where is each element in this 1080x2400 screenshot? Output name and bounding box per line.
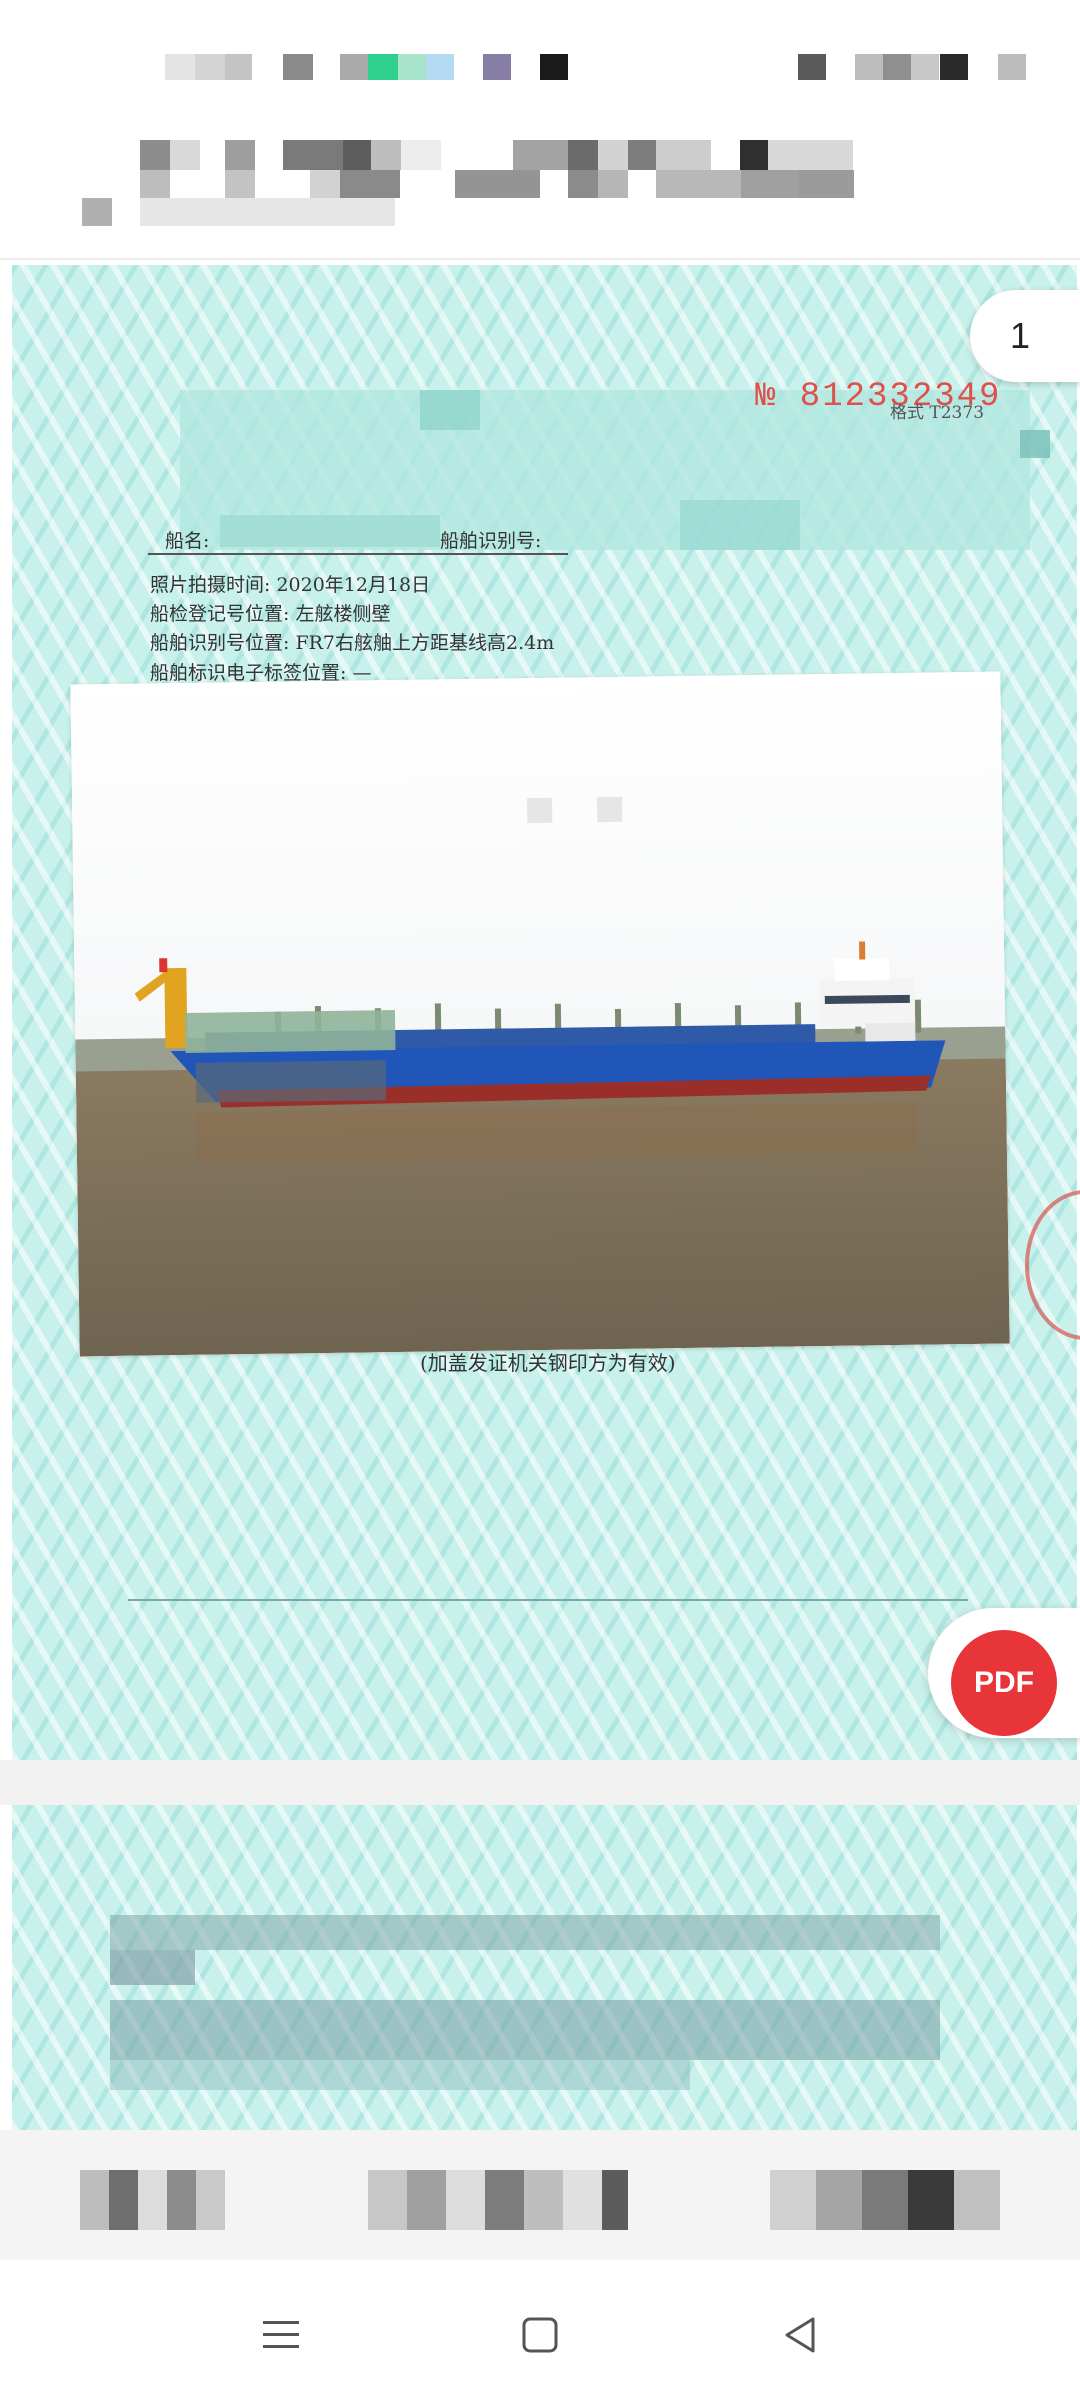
bottom-toolbar bbox=[0, 2130, 1080, 2260]
signature-line bbox=[128, 1599, 968, 1601]
status-block bbox=[165, 54, 195, 80]
ship-name-label: 船名: bbox=[165, 530, 210, 552]
title-mosaic bbox=[225, 170, 255, 198]
status-block bbox=[368, 54, 398, 80]
home-icon[interactable] bbox=[505, 2300, 575, 2370]
title-mosaic bbox=[140, 198, 395, 226]
title-mosaic bbox=[140, 170, 170, 198]
screen: № 812332349 格式 T2373 船名: 船舶识别号: 照片拍摄时间: … bbox=[0, 0, 1080, 2400]
title-mosaic bbox=[513, 140, 568, 170]
ship-photo bbox=[70, 671, 1010, 1357]
page-number-badge: 1 bbox=[970, 290, 1080, 382]
status-bar bbox=[0, 0, 1080, 120]
status-block bbox=[398, 54, 426, 80]
title-mosaic bbox=[82, 198, 112, 226]
status-block bbox=[195, 54, 225, 80]
status-block bbox=[911, 54, 939, 80]
title-mosaic bbox=[140, 140, 170, 170]
ship-name-redaction bbox=[220, 515, 440, 547]
status-block bbox=[798, 54, 826, 80]
toolbar-item[interactable] bbox=[368, 2170, 628, 2230]
status-block bbox=[340, 54, 368, 80]
format-code: 格式 T2373 bbox=[890, 403, 985, 423]
title-mosaic bbox=[225, 140, 255, 170]
title-mosaic bbox=[455, 170, 540, 198]
status-block bbox=[540, 54, 568, 80]
title-mosaic bbox=[628, 140, 656, 170]
title-mosaic bbox=[568, 140, 598, 170]
title-mosaic bbox=[310, 170, 340, 198]
back-icon[interactable] bbox=[765, 2300, 835, 2370]
title-mosaic bbox=[656, 170, 741, 198]
status-block bbox=[940, 54, 968, 80]
page-number: 1 bbox=[1010, 315, 1031, 356]
title-mosaic bbox=[741, 170, 799, 198]
status-block bbox=[426, 54, 454, 80]
title-mosaic bbox=[343, 140, 371, 170]
redaction-mosaic bbox=[110, 2000, 940, 2060]
title-mosaic bbox=[598, 170, 628, 198]
back-icon-glyph bbox=[785, 2317, 815, 2353]
title-mosaic bbox=[371, 140, 401, 170]
home-icon-glyph bbox=[522, 2317, 558, 2353]
title-mosaic bbox=[799, 170, 854, 198]
status-block bbox=[483, 54, 511, 80]
title-mosaic bbox=[568, 170, 598, 198]
title-mosaic bbox=[768, 140, 853, 170]
title-mosaic bbox=[401, 140, 441, 170]
page-gap bbox=[0, 1760, 1080, 1805]
id-position: 船舶识别号位置: FR7右舷舳上方距基线高2.4m bbox=[150, 632, 555, 654]
status-block bbox=[855, 54, 883, 80]
status-block bbox=[883, 54, 911, 80]
name-underline bbox=[148, 553, 568, 555]
menu-icon-glyph bbox=[263, 2321, 299, 2348]
redaction-mosaic bbox=[110, 2060, 690, 2090]
menu-icon[interactable] bbox=[246, 2300, 316, 2370]
status-block bbox=[998, 54, 1026, 80]
title-mosaic bbox=[340, 170, 400, 198]
title-mosaic bbox=[740, 140, 768, 170]
validity-caption: (加盖发证机关钢印方为有效) bbox=[420, 1351, 676, 1375]
title-mosaic bbox=[656, 140, 711, 170]
redaction-mosaic bbox=[110, 1950, 195, 1985]
redaction-mosaic bbox=[110, 1915, 940, 1950]
pdf-button[interactable]: PDF bbox=[951, 1630, 1057, 1736]
title-mosaic bbox=[283, 140, 343, 170]
title-mosaic bbox=[170, 140, 200, 170]
status-block bbox=[225, 54, 252, 80]
registration-position: 船检登记号位置: 左舷楼侧壁 bbox=[150, 603, 391, 625]
redaction-mosaic bbox=[680, 500, 800, 550]
status-block bbox=[283, 54, 313, 80]
ship-id-label: 船舶识别号: bbox=[440, 530, 542, 552]
ship-photo-image bbox=[70, 671, 1010, 1357]
toolbar-item[interactable] bbox=[770, 2170, 1000, 2230]
photo-time: 照片拍摄时间: 2020年12月18日 bbox=[150, 574, 431, 596]
title-mosaic bbox=[598, 140, 628, 170]
title-bar bbox=[0, 120, 1080, 260]
toolbar-item[interactable] bbox=[80, 2170, 225, 2230]
redaction-mosaic bbox=[1020, 430, 1050, 458]
redaction-mosaic bbox=[420, 390, 480, 430]
